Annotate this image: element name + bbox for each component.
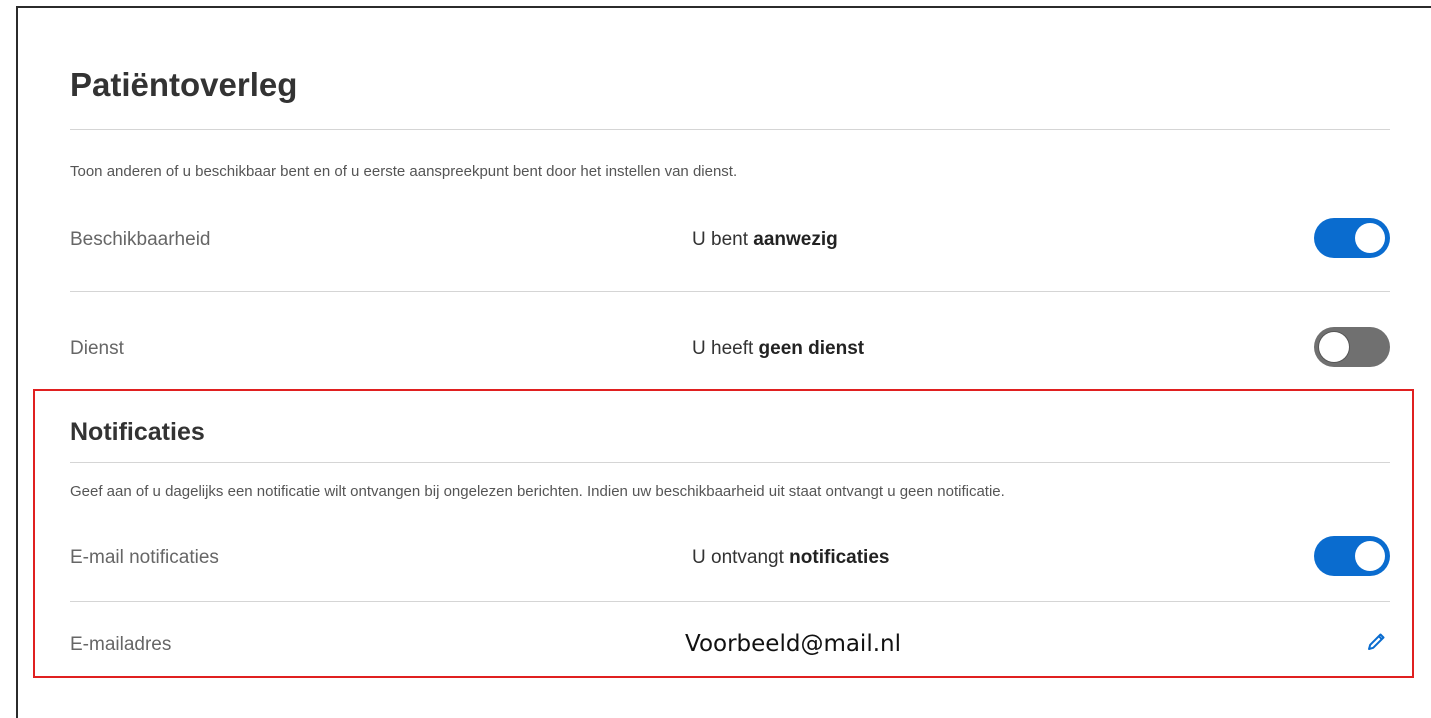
- email-notifications-status: U ontvangt notificaties: [692, 547, 889, 569]
- notifications-description: Geef aan of u dagelijks een notificatie …: [70, 483, 1005, 500]
- duty-status-value: geen dienst: [758, 338, 865, 359]
- notifications-title: Notificaties: [70, 418, 205, 446]
- duty-status-prefix: U heeft: [692, 338, 759, 359]
- pencil-icon-graphic: [1368, 633, 1385, 650]
- availability-toggle[interactable]: [1314, 218, 1390, 258]
- toggle-knob: [1355, 541, 1385, 571]
- pencil-icon[interactable]: [1364, 630, 1388, 654]
- toggle-knob: [1319, 332, 1349, 362]
- notifications-divider: [70, 462, 1390, 463]
- row-divider: [70, 601, 1390, 602]
- availability-status: U bent aanwezig: [692, 229, 838, 251]
- availability-label: Beschikbaarheid: [70, 229, 211, 250]
- duty-toggle[interactable]: [1314, 327, 1390, 367]
- duty-label: Dienst: [70, 338, 124, 359]
- email-notifications-status-prefix: U ontvangt: [692, 547, 790, 568]
- duty-status: U heeft geen dienst: [692, 338, 864, 360]
- email-address-value: Voorbeeld@mail.nl: [685, 631, 901, 657]
- title-divider: [70, 129, 1390, 130]
- email-address-label: E-mailadres: [70, 634, 172, 655]
- availability-status-value: aanwezig: [753, 229, 838, 250]
- section-description: Toon anderen of u beschikbaar bent en of…: [70, 163, 738, 180]
- email-notifications-label: E-mail notificaties: [70, 547, 219, 568]
- toggle-knob: [1355, 223, 1385, 253]
- email-notifications-toggle[interactable]: [1314, 536, 1390, 576]
- page-title: Patiëntoverleg: [70, 66, 298, 103]
- email-notifications-status-value: notificaties: [789, 547, 890, 568]
- availability-status-prefix: U bent: [692, 229, 754, 250]
- row-divider: [70, 291, 1390, 292]
